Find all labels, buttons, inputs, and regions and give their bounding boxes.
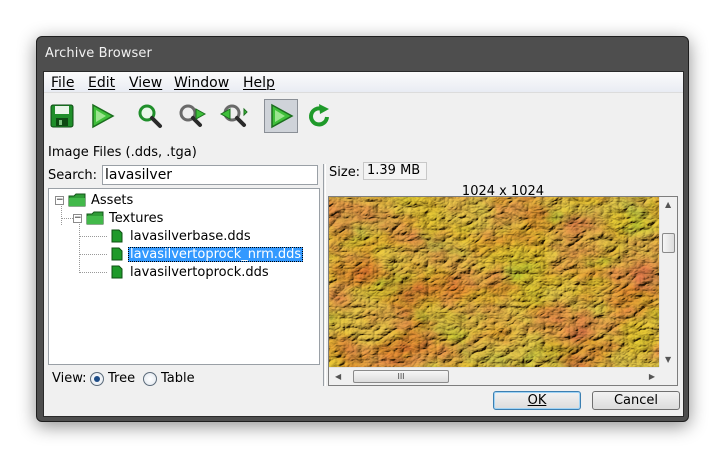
window-client: File Edit View Window Help Image Files (… [43,71,684,417]
zoom-next-button[interactable] [178,101,206,131]
scroll-up-icon[interactable]: ▲ [665,200,671,209]
collapse-icon[interactable]: − [73,213,82,223]
tree-item-textures[interactable]: − Textures [73,209,165,227]
view-tree-label[interactable]: Tree [108,371,135,386]
menu-help[interactable]: Help [243,75,275,91]
ok-button[interactable]: OK [493,391,581,410]
tree-item-file-selected[interactable]: lavasilvertoprock_nrm.dds [111,245,304,263]
collapse-icon[interactable]: − [55,195,64,205]
folder-icon [68,193,86,207]
scroll-right-icon[interactable]: ▶ [649,372,655,381]
menu-edit[interactable]: Edit [88,75,115,91]
view-table-label[interactable]: Table [161,371,195,386]
tree-item-file[interactable]: lavasilverbase.dds [111,227,253,245]
view-mode-label: View: [52,371,87,386]
horizontal-scroll-thumb[interactable]: III [353,370,449,383]
toolbar [44,94,683,138]
file-icon [111,229,123,243]
save-button[interactable] [48,101,76,131]
view-tree-radio[interactable] [90,372,104,386]
cancel-button-label: Cancel [613,393,659,408]
tree-item-file[interactable]: lavasilvertoprock.dds [111,263,271,281]
zoom-next-icon [179,104,206,127]
folder-icon [86,211,104,225]
scroll-left-icon[interactable]: ◀ [335,372,341,381]
menu-window[interactable]: Window [174,75,229,91]
file-icon [111,265,123,279]
refresh-icon [309,104,329,127]
menu-file[interactable]: File [51,75,74,91]
menu-view[interactable]: View [129,75,162,91]
refresh-button[interactable] [306,101,334,131]
window-title: Archive Browser [45,46,152,61]
texture-image [329,197,659,367]
scroll-down-icon[interactable]: ▼ [665,355,671,364]
view-table-radio[interactable] [143,372,157,386]
zoom-prev-button[interactable] [220,101,248,131]
image-files-heading: Image Files (.dds, .tga) [48,145,197,160]
size-value: 1.39 MB [363,162,427,180]
play-icon [271,103,294,129]
size-label: Size: [329,165,361,180]
file-tree[interactable]: − Assets − Textures lavasilverbase.dds l… [48,188,320,365]
vertical-scrollbar[interactable]: ▲ ▼ [659,197,677,367]
tree-item-label: Assets [91,192,134,208]
tree-item-label: lavasilvertoprock_nrm.dds [128,246,304,262]
panel-splitter[interactable] [323,164,326,386]
horizontal-scrollbar[interactable]: ◀ III ▶ [329,367,661,385]
cancel-button[interactable]: Cancel [592,391,680,410]
ok-button-label: OK [527,393,547,408]
vertical-scroll-thumb[interactable] [662,233,675,253]
zoom-icon [138,104,162,128]
zoom-prev-icon [220,104,248,127]
play-icon [92,103,115,129]
tree-item-label: Textures [109,210,164,226]
zoom-button[interactable] [136,101,164,131]
save-icon [50,104,74,128]
archive-browser-window: Archive Browser File Edit View Window He… [36,36,689,422]
texture-preview[interactable]: ▲ ▼ ◀ III ▶ [328,196,678,386]
tree-item-label: lavasilvertoprock.dds [130,264,269,280]
search-label: Search: [48,168,98,183]
menu-bar: File Edit View Window Help [44,72,683,93]
tree-item-label: lavasilverbase.dds [130,228,251,244]
run-button[interactable] [88,101,116,131]
search-input[interactable]: lavasilver [102,165,318,185]
file-icon [111,247,123,261]
scroll-corner [659,367,677,385]
tree-item-assets[interactable]: − Assets [55,191,135,209]
play-toggle-button[interactable] [264,99,298,133]
